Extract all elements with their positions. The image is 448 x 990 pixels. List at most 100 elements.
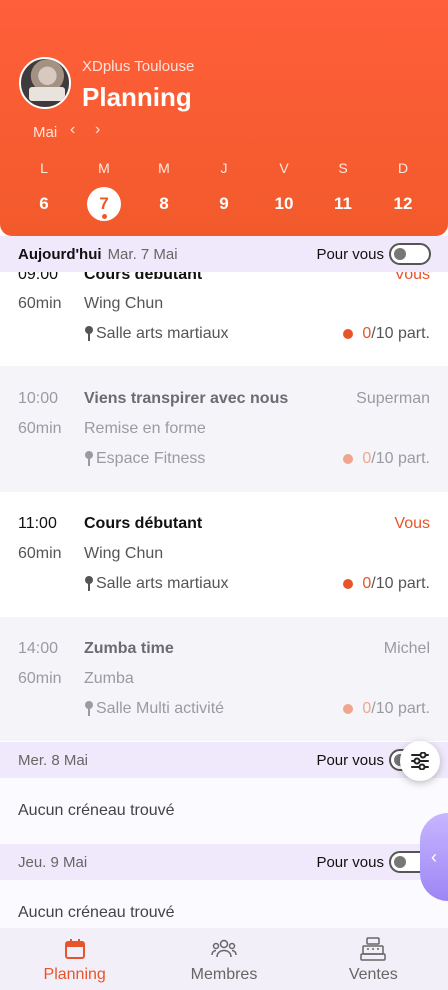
session-room: Salle Multi activité [84, 700, 224, 718]
day-saturday[interactable]: S 11 [313, 158, 373, 220]
session-room: Salle arts martiaux [84, 575, 229, 593]
session-room: Salle arts martiaux [84, 325, 229, 343]
month-prev-chevron-left-icon[interactable]: ‹ [70, 121, 75, 139]
planning-header: XDplus Toulouse Planning Mai ‹ › L 6 M 7… [0, 0, 448, 236]
club-avatar[interactable] [19, 57, 71, 109]
room-label: Salle arts martiaux [96, 325, 229, 342]
pour-vous-label: Pour vous [316, 853, 384, 871]
location-pin-icon [84, 701, 93, 717]
day-friday[interactable]: V 10 [254, 158, 314, 220]
empty-message: Aucun créneau trouvé [18, 802, 175, 819]
section-date: Aujourd'hui Mar. 7 Mai [18, 246, 178, 263]
day-number: 10 [274, 194, 294, 213]
empty-message: Aucun créneau trouvé [18, 904, 175, 921]
status-dot-icon [343, 329, 354, 339]
day-letter: M [98, 160, 110, 176]
session-category: Remise en forme [84, 420, 206, 437]
session-title: Cours débutant [84, 515, 203, 532]
nav-label: Membres [190, 966, 258, 983]
sliders-icon [411, 752, 429, 770]
section-bar-wednesday: Mer. 8 Mai Pour vous [0, 742, 448, 778]
booked-count: 0 [362, 325, 372, 342]
nav-label: Ventes [348, 966, 398, 983]
day-wednesday[interactable]: M 8 [134, 158, 194, 220]
toggle-knob [394, 248, 406, 260]
booked-count: 0 [362, 700, 372, 717]
session-participants: 0/10 part. [343, 450, 430, 468]
chevron-left-icon: ‹ [431, 846, 437, 867]
toggle-knob [394, 856, 406, 868]
day-thursday[interactable]: J 9 [194, 158, 254, 220]
day-letter: M [158, 160, 170, 176]
page-title: Planning [82, 82, 192, 112]
session-card[interactable]: 11:00 Cours débutant Vous 60min Wing Chu… [0, 492, 448, 618]
day-letter: V [279, 160, 289, 176]
session-time: 14:00 [18, 640, 59, 657]
date-label: Mar. 7 Mai [107, 245, 178, 263]
month-label: Mai [33, 124, 58, 141]
day-tuesday[interactable]: M 7 [74, 158, 134, 221]
day-sunday[interactable]: D 12 [373, 158, 433, 220]
location-pin-icon [84, 576, 93, 592]
nav-membres[interactable]: Membres [149, 928, 298, 990]
users-icon [211, 939, 237, 958]
pour-vous-label: Pour vous [316, 245, 384, 263]
month-next-chevron-right-icon[interactable]: › [95, 121, 100, 139]
empty-slot-row: Aucun créneau trouvé [0, 778, 448, 844]
capacity-label: /10 part. [371, 325, 430, 342]
session-category: Wing Chun [84, 295, 164, 312]
day-number: 11 [334, 194, 352, 213]
session-card[interactable]: 14:00 Zumba time Michel 60min Zumba Sall… [0, 617, 448, 741]
session-participants: 0/10 part. [343, 325, 430, 343]
session-coach: Superman [356, 390, 430, 407]
status-dot-icon [343, 454, 354, 464]
session-coach: Vous [394, 515, 430, 532]
room-label: Salle Multi activité [96, 700, 225, 717]
session-title: Viens transpirer avec nous [84, 390, 289, 407]
session-participants: 0/10 part. [343, 575, 430, 593]
session-category: Wing Chun [84, 545, 164, 562]
day-monday[interactable]: L 6 [14, 158, 74, 220]
session-card[interactable]: 10:00 Viens transpirer avec nous Superma… [0, 366, 448, 492]
cash-register-icon [360, 937, 387, 961]
day-number: 12 [393, 194, 413, 213]
status-dot-icon [343, 704, 354, 714]
day-letter: D [397, 160, 409, 176]
day-number: 6 [39, 194, 49, 213]
bottom-nav: Planning Membres Ventes [0, 928, 448, 990]
location-pin-icon [84, 326, 93, 342]
nav-ventes[interactable]: Ventes [299, 928, 448, 990]
session-title: Zumba time [84, 640, 174, 657]
location-pin-icon [84, 451, 93, 467]
section-date: Jeu. 9 Mai [18, 853, 88, 871]
day-letter: J [220, 160, 228, 176]
session-coach: Michel [383, 640, 430, 657]
session-duration: 60min [18, 295, 62, 312]
section-bar-today: Aujourd'hui Mar. 7 Mai Pour vous [0, 236, 448, 272]
booked-count: 0 [362, 450, 372, 467]
capacity-label: /10 part. [371, 450, 430, 467]
day-number-selected: 7 [87, 187, 121, 221]
side-drawer-tab[interactable]: ‹ [420, 813, 448, 901]
section-date: Mer. 8 Mai [18, 751, 89, 769]
day-letter: L [40, 160, 48, 176]
room-label: Espace Fitness [96, 450, 206, 467]
session-duration: 60min [18, 670, 62, 687]
pour-vous-toggle[interactable] [389, 243, 431, 265]
session-duration: 60min [18, 420, 62, 437]
session-room: Espace Fitness [84, 450, 205, 468]
session-time: 10:00 [18, 390, 59, 407]
week-strip: L 6 M 7 M 8 J 9 V 10 S 11 D 12 [0, 158, 448, 228]
pour-vous-label: Pour vous [316, 751, 384, 769]
today-label: Aujourd'hui [18, 245, 102, 263]
nav-planning[interactable]: Planning [0, 928, 149, 990]
capacity-label: /10 part. [371, 700, 430, 717]
session-category: Zumba [84, 670, 134, 687]
calendar-icon [64, 939, 85, 959]
day-number: 8 [159, 194, 169, 213]
session-time: 11:00 [18, 515, 57, 532]
day-letter: S [338, 160, 348, 176]
session-participants: 0/10 part. [343, 700, 430, 718]
filter-button[interactable] [400, 741, 440, 781]
day-number: 9 [219, 194, 229, 213]
